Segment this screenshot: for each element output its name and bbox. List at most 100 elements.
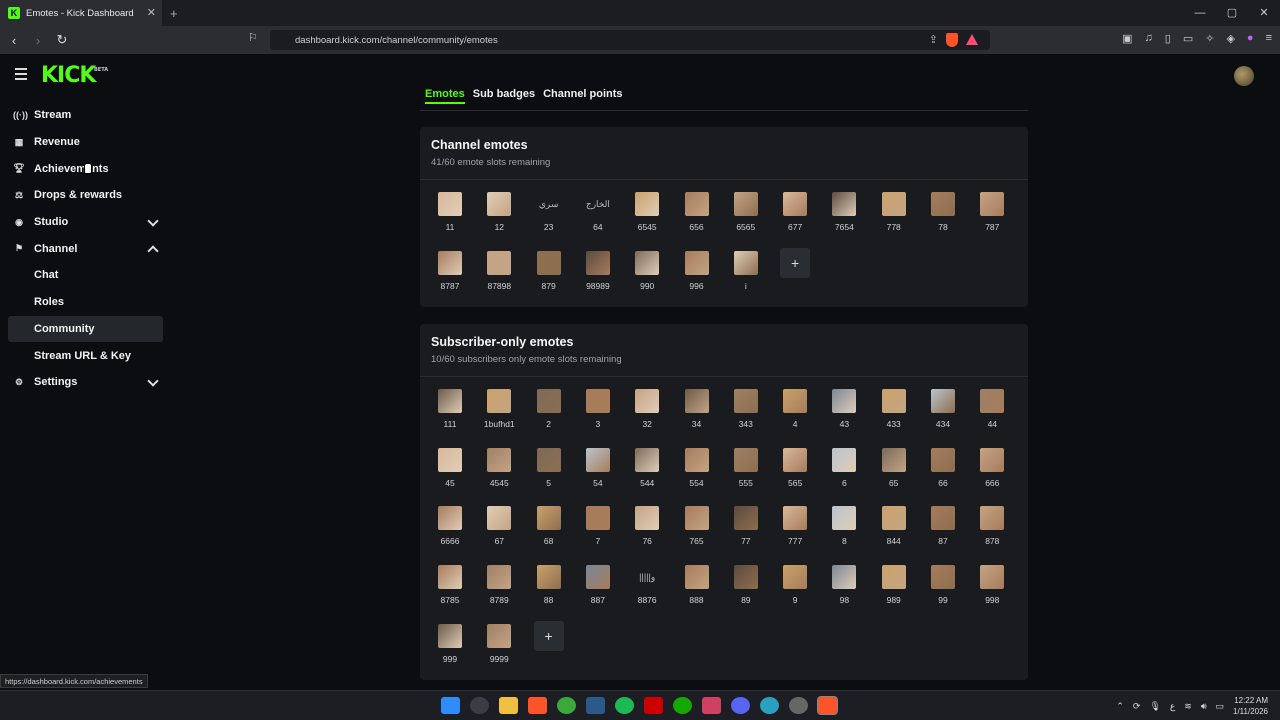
close-tab-icon[interactable]: ✕ xyxy=(147,6,156,19)
emote-item[interactable]: 98 xyxy=(825,565,863,617)
emote-item[interactable]: 67 xyxy=(480,506,518,558)
sidebar-icon[interactable]: ▯ xyxy=(1165,32,1171,45)
sidebar-item-revenue[interactable]: ▦ Revenue xyxy=(8,129,163,156)
emote-item[interactable]: 99 xyxy=(924,565,962,617)
netflix-icon[interactable] xyxy=(644,697,663,714)
upwork-icon[interactable] xyxy=(673,697,692,714)
emote-item[interactable]: 878 xyxy=(973,506,1011,558)
emote-item[interactable]: 6 xyxy=(825,447,863,500)
new-tab-button[interactable]: + xyxy=(170,6,178,21)
volume-icon[interactable]: 🔊︎ xyxy=(1201,701,1207,712)
minimize-button[interactable]: — xyxy=(1184,0,1216,26)
tab-sub-badges[interactable]: Sub badges xyxy=(473,88,535,104)
emote-item[interactable]: 5 xyxy=(530,447,568,500)
brave-browser-icon[interactable] xyxy=(528,697,547,714)
emote-item[interactable]: 98989 xyxy=(579,250,617,303)
emote-item[interactable]: 544 xyxy=(628,447,666,500)
emote-item[interactable]: 44 xyxy=(973,389,1011,441)
music-icon[interactable]: ♫ xyxy=(1145,32,1153,45)
address-bar[interactable]: dashboard.kick.com/channel/community/emo… xyxy=(270,30,990,50)
brave-active-icon[interactable] xyxy=(817,696,838,715)
user-avatar[interactable] xyxy=(1234,66,1254,86)
sidebar-item-studio[interactable]: ◉ Studio xyxy=(8,209,163,236)
extension-icon[interactable]: ● xyxy=(1247,32,1254,45)
maximize-button[interactable]: ▢ xyxy=(1216,0,1248,26)
emote-item[interactable]: 2 xyxy=(530,389,568,441)
add-emote-button[interactable]: + xyxy=(533,620,564,651)
emote-item[interactable]: 7654 xyxy=(825,192,863,244)
emote-item[interactable]: 43 xyxy=(825,389,863,441)
spotify-icon[interactable] xyxy=(615,697,634,714)
emote-item[interactable]: 4545 xyxy=(480,447,518,500)
vpn-icon[interactable]: ◈ xyxy=(1226,32,1234,45)
chevron-up-icon[interactable]: ⌃ xyxy=(1116,701,1124,712)
share-icon[interactable]: ⇪ xyxy=(929,33,938,47)
emote-item[interactable]: 999 xyxy=(431,623,469,676)
language-indicator[interactable]: ع xyxy=(1170,701,1175,712)
emote-item[interactable]: 343 xyxy=(727,389,765,441)
emote-item[interactable]: 68 xyxy=(530,506,568,558)
emote-item[interactable]: 111 xyxy=(431,389,469,441)
steam-icon[interactable] xyxy=(586,697,605,714)
emote-item[interactable]: 54 xyxy=(579,447,617,500)
emote-item[interactable]: 777 xyxy=(776,506,814,558)
sidebar-item-drops[interactable]: ⚖ Drops & rewards xyxy=(8,182,163,209)
emote-item[interactable]: 844 xyxy=(875,506,913,558)
kick-logo[interactable]: KICK BETA xyxy=(41,63,108,88)
sidebar-item-stream-url-key[interactable]: Stream URL & Key xyxy=(8,342,163,369)
brave-shield-icon[interactable] xyxy=(946,33,958,47)
emote-item[interactable]: 87898 xyxy=(480,250,518,303)
emote-item[interactable]: 77 xyxy=(727,506,765,558)
sidebar-item-settings[interactable]: ⚙ Settings xyxy=(8,369,163,396)
emote-item[interactable]: 565 xyxy=(776,447,814,500)
emote-item[interactable]: 45 xyxy=(431,447,469,500)
emote-item[interactable]: 87 xyxy=(924,506,962,558)
emote-item[interactable]: 434 xyxy=(924,389,962,441)
emote-item[interactable]: 8787 xyxy=(431,250,469,303)
edge-icon[interactable] xyxy=(760,697,779,714)
emote-item[interactable]: 996 xyxy=(678,250,716,303)
emote-item[interactable]: 8785 xyxy=(431,565,469,617)
wallet-icon[interactable]: ▭ xyxy=(1183,32,1193,45)
emote-item[interactable]: 998 xyxy=(973,565,1011,617)
emote-item[interactable]: 1bufhd1 xyxy=(480,389,518,441)
emote-item[interactable]: 12 xyxy=(480,192,518,244)
emote-item[interactable]: 8789 xyxy=(480,565,518,617)
tab-emotes[interactable]: Emotes xyxy=(425,88,465,104)
emote-item[interactable]: 8 xyxy=(825,506,863,558)
emote-item[interactable]: 6545 xyxy=(628,192,666,244)
emote-item[interactable]: 76 xyxy=(628,506,666,558)
leo-icon[interactable]: ✧ xyxy=(1205,32,1214,45)
emote-item[interactable]: 6666 xyxy=(431,506,469,558)
tab-channel-points[interactable]: Channel points xyxy=(543,88,622,104)
discord-icon[interactable] xyxy=(731,697,750,714)
emote-item[interactable]: 888 xyxy=(678,565,716,617)
emote-item[interactable]: 34 xyxy=(678,389,716,441)
emote-item[interactable]: 433 xyxy=(875,389,913,441)
emote-item[interactable]: 887 xyxy=(579,565,617,617)
emote-item[interactable]: 554 xyxy=(678,447,716,500)
emote-item[interactable]: 656 xyxy=(678,192,716,244)
emote-item[interactable]: 32 xyxy=(628,389,666,441)
emote-item[interactable]: 3 xyxy=(579,389,617,441)
clock[interactable]: 12:22 AM 1/11/2026 xyxy=(1233,695,1268,717)
xbox-icon[interactable] xyxy=(557,697,576,714)
sidebar-item-roles[interactable]: Roles xyxy=(8,289,163,316)
emote-item[interactable]: 778 xyxy=(875,192,913,244)
back-icon[interactable]: ‹ xyxy=(4,33,24,48)
emote-item[interactable]: 666 xyxy=(973,447,1011,500)
emote-item[interactable]: 9999 xyxy=(480,623,518,676)
emote-item[interactable]: 6565 xyxy=(727,192,765,244)
emote-item[interactable]: 879 xyxy=(530,250,568,303)
emote-item[interactable]: 78 xyxy=(924,192,962,244)
brave-rewards-icon[interactable] xyxy=(966,34,978,45)
sidebar-item-community[interactable]: Community xyxy=(8,315,163,343)
add-emote-button[interactable]: + xyxy=(780,247,811,278)
sidebar-item-stream[interactable]: ((·)) Stream xyxy=(8,102,163,129)
snipping-tool-icon[interactable] xyxy=(702,697,721,714)
hamburger-menu-icon[interactable] xyxy=(15,68,27,83)
emote-item[interactable]: 89 xyxy=(727,565,765,617)
sidebar-item-channel[interactable]: ⚑ Channel xyxy=(8,235,163,262)
sidebar-item-chat[interactable]: Chat xyxy=(8,262,163,289)
battery-icon[interactable]: ▭ xyxy=(1215,701,1224,712)
